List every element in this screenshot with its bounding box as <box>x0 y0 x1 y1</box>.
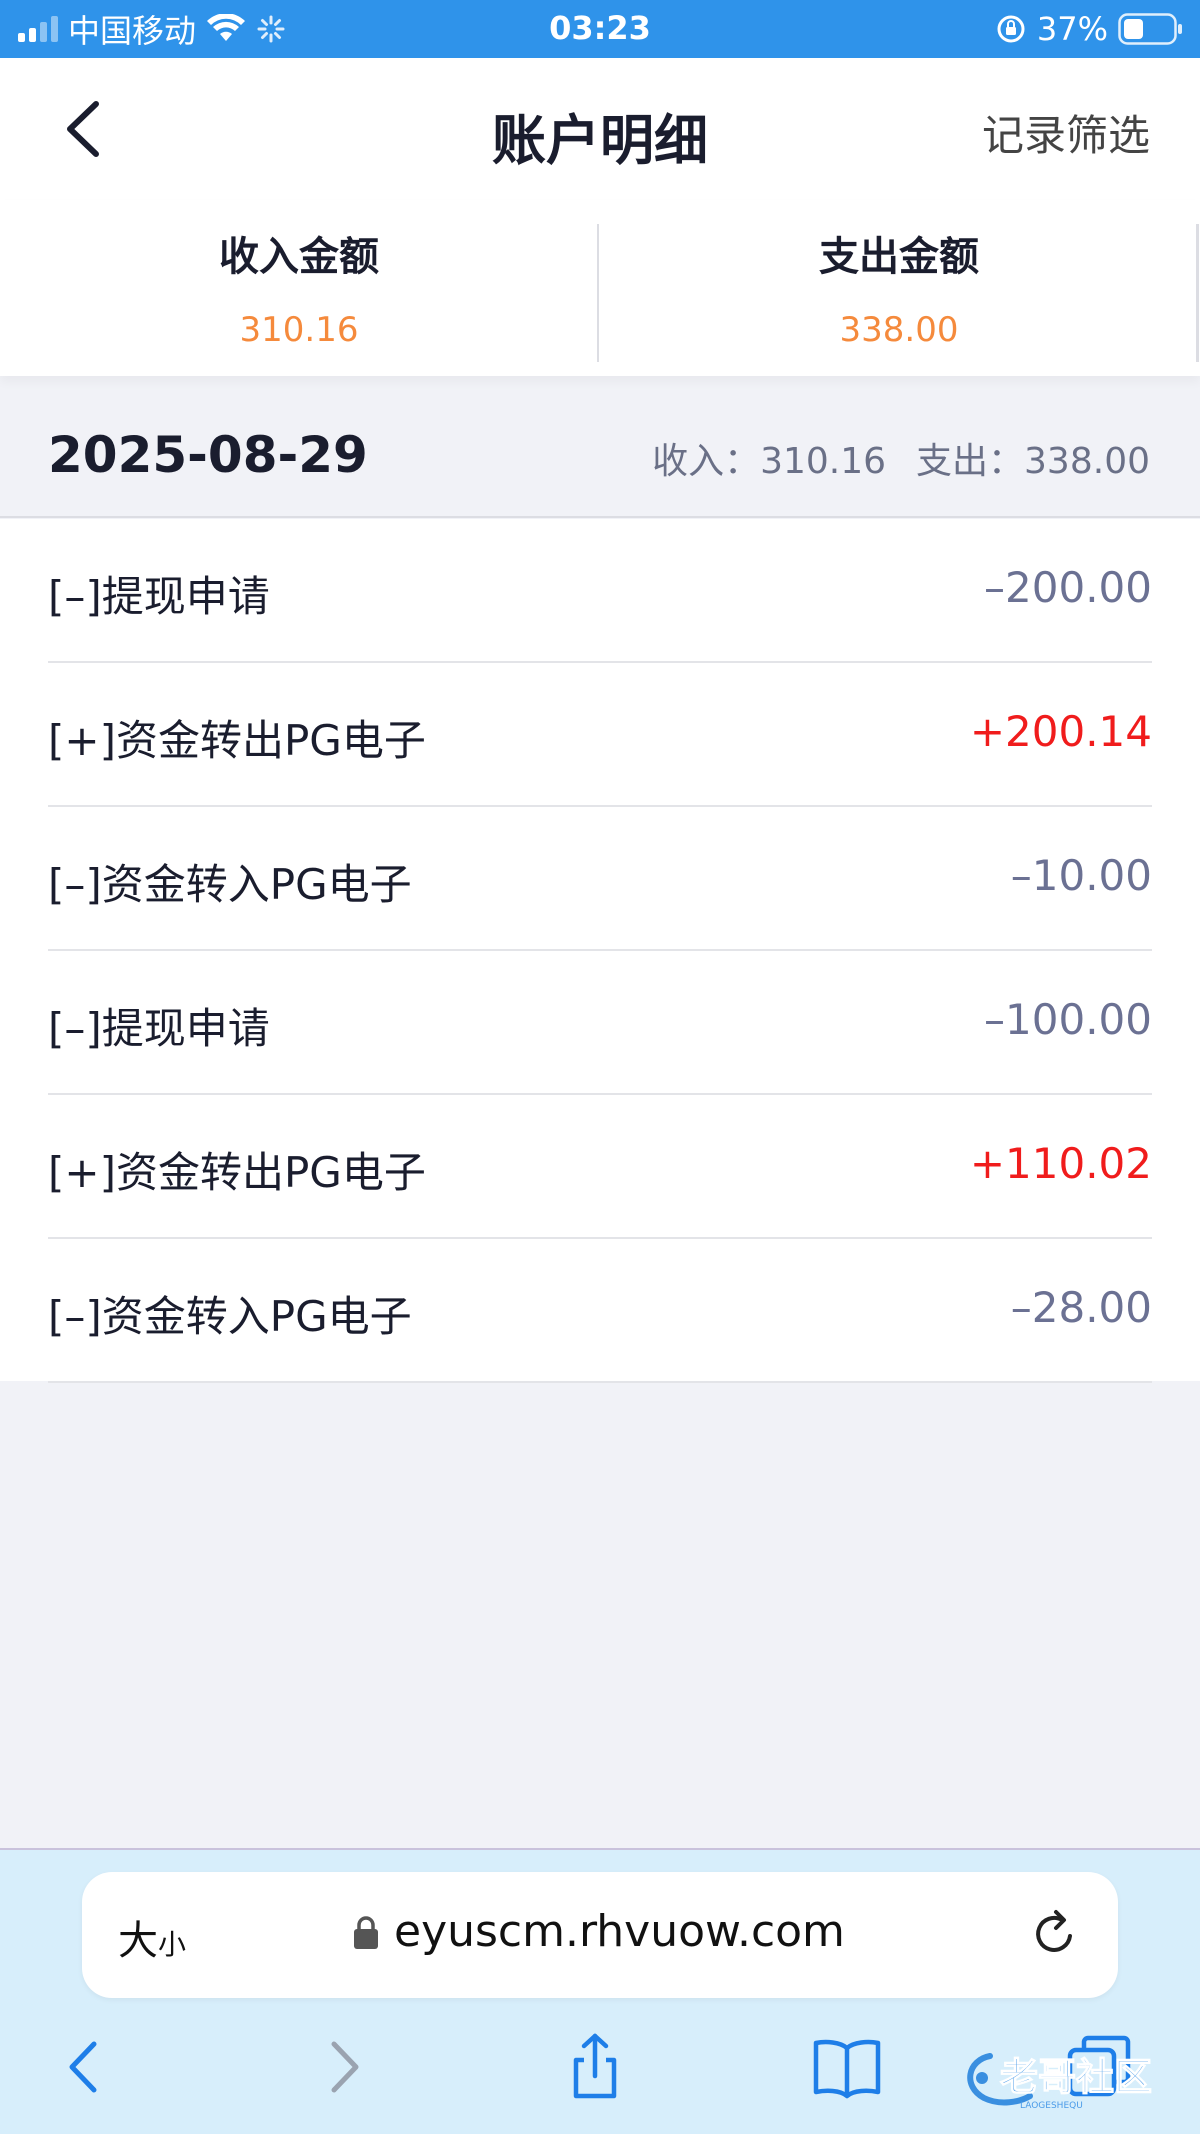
day-income: 收入：310.16 <box>652 441 887 482</box>
summary-panel: 收入金额 310.16 支出金额 338.00 <box>0 200 1200 376</box>
day-expense: 支出：338.00 <box>916 441 1150 482</box>
summary-divider <box>597 224 599 362</box>
transaction-row[interactable]: [+]资金转出PG电子 +110.02 <box>48 1095 1152 1239</box>
url-display[interactable]: eyuscm.rhvuow.com <box>352 1906 845 1957</box>
bookmarks-icon[interactable] <box>812 2032 882 2102</box>
nav-header: 账户明细 记录筛选 <box>0 58 1200 200</box>
reload-icon[interactable] <box>1026 1906 1082 1962</box>
battery-percent: 37% <box>1036 10 1108 48</box>
transaction-label: [–]提现申请 <box>48 572 270 621</box>
share-icon[interactable] <box>560 2032 630 2102</box>
text-size-small: 小 <box>158 1928 187 1961</box>
day-summary: 收入：310.16 支出：338.00 <box>652 432 1150 484</box>
transaction-row[interactable]: [–]资金转入PG电子 –10.00 <box>48 807 1152 951</box>
lock-icon <box>354 1915 378 1949</box>
transaction-row[interactable]: [–]提现申请 –100.00 <box>48 951 1152 1095</box>
svg-text:老哥社区: 老哥社区 <box>1000 2055 1152 2099</box>
text-size-big: 大 <box>118 1918 158 1964</box>
expense-label: 支出金额 <box>819 234 979 280</box>
url-text: eyuscm.rhvuow.com <box>394 1906 845 1957</box>
transaction-amount: +110.02 <box>969 1139 1152 1188</box>
transaction-label: [–]资金转入PG电子 <box>48 1292 412 1341</box>
status-bar: 中国移动 03:23 37% <box>0 0 1200 58</box>
income-label: 收入金额 <box>219 234 379 280</box>
date-group-header: 2025-08-29 收入：310.16 支出：338.00 <box>0 392 1200 518</box>
transaction-row[interactable]: [+]资金转出PG电子 +200.14 <box>48 663 1152 807</box>
transaction-row[interactable]: [–]资金转入PG电子 –28.00 <box>48 1239 1152 1383</box>
income-value: 310.16 <box>239 310 359 350</box>
transaction-amount: –100.00 <box>984 995 1152 1044</box>
browser-forward-icon[interactable] <box>308 2032 378 2102</box>
income-summary: 收入金额 310.16 <box>0 224 598 350</box>
browser-back-icon[interactable] <box>50 2032 120 2102</box>
battery-icon <box>1118 13 1182 45</box>
transaction-label: [+]资金转出PG电子 <box>48 716 426 765</box>
watermark-logo: 老哥社区 LAOGESHEQU <box>967 2053 1153 2111</box>
transaction-amount: –200.00 <box>984 563 1152 612</box>
status-right: 37% <box>995 0 1184 58</box>
transaction-list: [–]提现申请 –200.00 [+]资金转出PG电子 +200.14 [–]资… <box>0 519 1200 1383</box>
transaction-label: [+]资金转出PG电子 <box>48 1148 426 1197</box>
address-bar[interactable]: 大小 eyuscm.rhvuow.com <box>82 1872 1118 1998</box>
svg-text:LAOGESHEQU: LAOGESHEQU <box>1020 2101 1083 2111</box>
rotation-lock-icon <box>997 15 1025 43</box>
transaction-amount: +200.14 <box>969 707 1152 756</box>
transaction-amount: –10.00 <box>1010 851 1152 900</box>
record-filter-button[interactable]: 记录筛选 <box>982 102 1150 163</box>
text-size-button[interactable]: 大小 <box>118 1908 186 1966</box>
transaction-label: [–]提现申请 <box>48 1004 270 1053</box>
transaction-amount: –28.00 <box>1010 1283 1152 1332</box>
expense-value: 338.00 <box>839 310 959 350</box>
browser-bottom-bar: 大小 eyuscm.rhvuow.com 老哥社区 LAOGESHEQU <box>0 1848 1200 2134</box>
summary-edge-divider <box>1196 224 1199 362</box>
group-date: 2025-08-29 <box>48 426 368 484</box>
expense-summary: 支出金额 338.00 <box>600 224 1198 350</box>
transaction-label: [–]资金转入PG电子 <box>48 860 412 909</box>
transaction-row[interactable]: [–]提现申请 –200.00 <box>48 519 1152 663</box>
